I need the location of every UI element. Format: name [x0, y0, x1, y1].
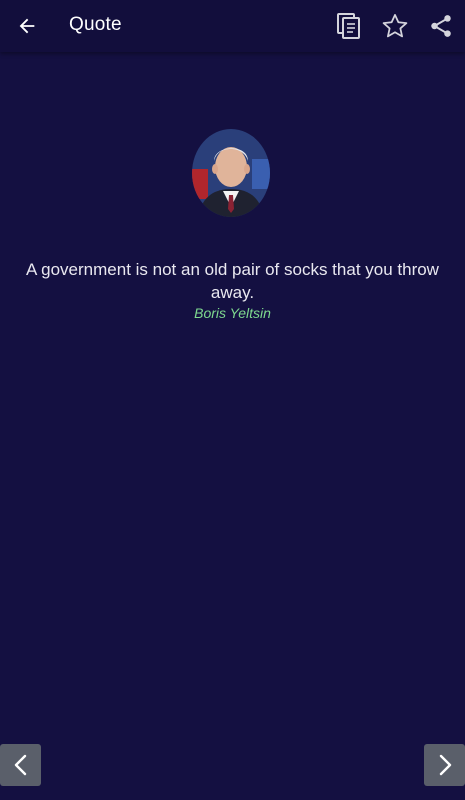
page-title: Quote — [69, 14, 122, 35]
chevron-right-icon — [439, 754, 451, 776]
next-quote-button[interactable] — [424, 744, 465, 786]
author-avatar — [192, 129, 270, 217]
quote-author[interactable]: Boris Yeltsin — [0, 305, 465, 321]
favorite-button[interactable] — [373, 4, 417, 48]
author-portrait-image — [192, 129, 270, 217]
share-icon — [431, 15, 451, 37]
chevron-left-icon — [14, 754, 26, 776]
quote-text: A government is not an old pair of socks… — [26, 260, 439, 302]
copy-button[interactable] — [327, 4, 371, 48]
copy-icon — [337, 13, 360, 39]
share-button[interactable] — [419, 4, 463, 48]
previous-quote-button[interactable] — [0, 744, 41, 786]
back-button[interactable] — [5, 4, 49, 48]
quote-screen: Quote A government is not an old pair of… — [0, 0, 465, 800]
star-outline-icon — [382, 14, 408, 38]
toolbar: Quote — [0, 0, 465, 52]
arrow-back-icon — [19, 18, 35, 34]
